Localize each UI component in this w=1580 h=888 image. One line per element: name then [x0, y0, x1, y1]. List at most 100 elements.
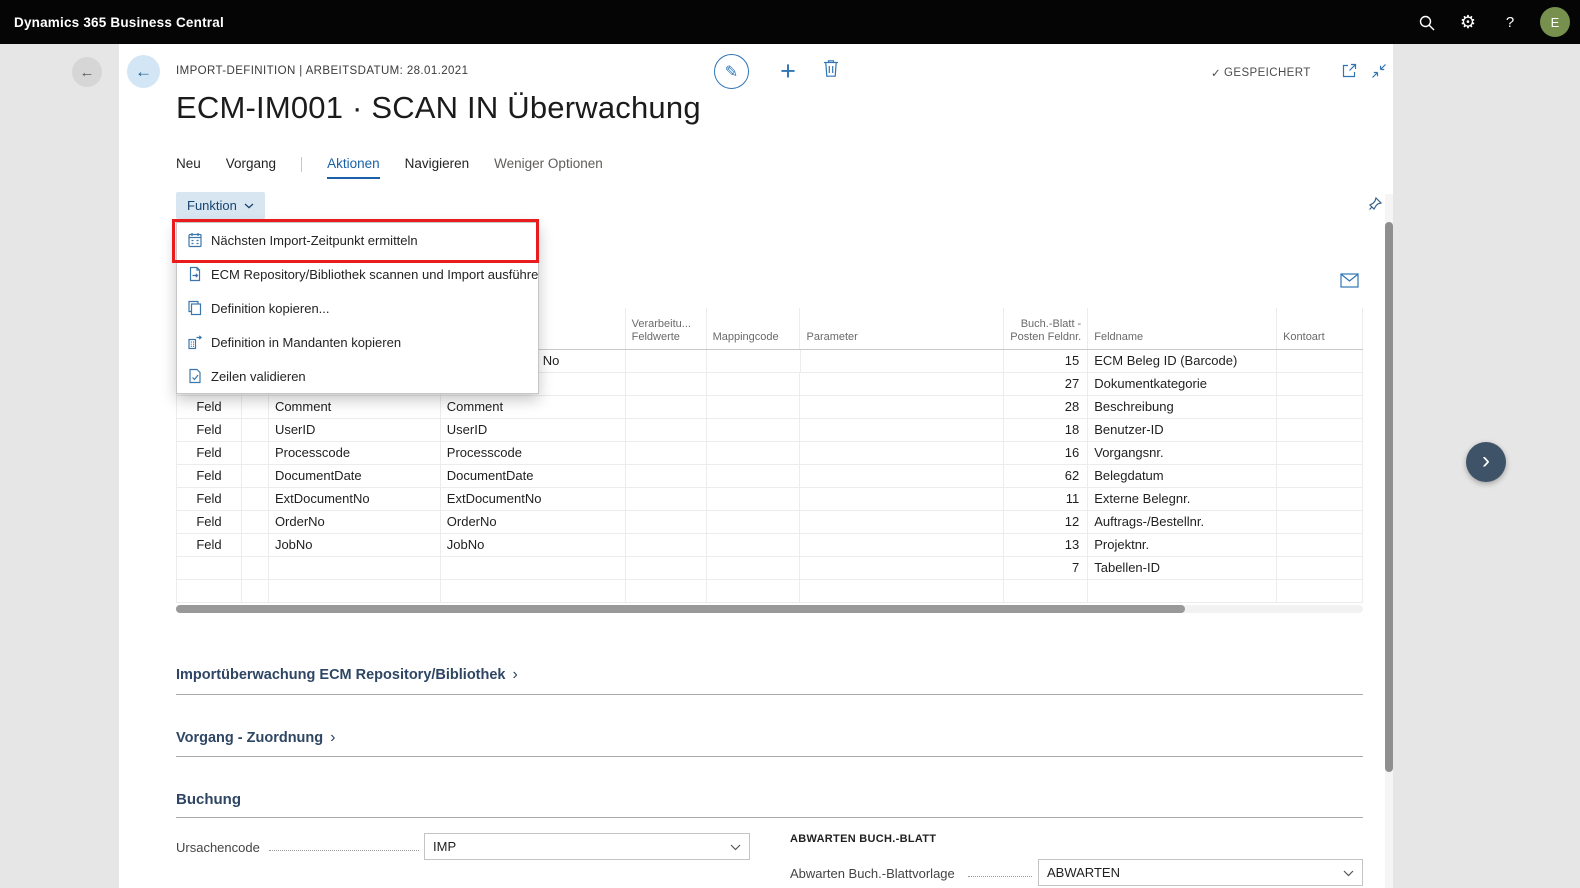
- table-cell[interactable]: UserID: [441, 419, 626, 441]
- table-cell[interactable]: Projektnr.: [1088, 534, 1277, 556]
- table-cell[interactable]: [242, 442, 269, 464]
- column-header[interactable]: Verarbeitu... Feldwerte: [626, 308, 707, 349]
- column-header[interactable]: Feldname: [1088, 308, 1277, 349]
- table-cell[interactable]: Processcode: [269, 442, 441, 464]
- table-cell[interactable]: [707, 511, 801, 533]
- table-cell[interactable]: [1277, 373, 1363, 395]
- table-cell[interactable]: 15: [1004, 350, 1088, 372]
- table-cell[interactable]: Benutzer-ID: [1088, 419, 1277, 441]
- table-cell[interactable]: Beschreibung: [1088, 396, 1277, 418]
- menu-item-zeilen-validieren[interactable]: Zeilen validieren: [177, 359, 538, 393]
- column-header[interactable]: Kontoart: [1277, 308, 1363, 349]
- table-cell[interactable]: [1277, 465, 1363, 487]
- menubar-item-neu[interactable]: Neu: [176, 156, 201, 177]
- table-cell[interactable]: [800, 511, 1004, 533]
- outer-back-button[interactable]: ←: [72, 57, 102, 87]
- table-cell[interactable]: [1277, 419, 1363, 441]
- table-cell[interactable]: ExtDocumentNo: [269, 488, 441, 510]
- table-cell[interactable]: [707, 557, 801, 579]
- pin-icon[interactable]: [1368, 196, 1383, 214]
- funktion-dropdown-button[interactable]: Funktion: [176, 192, 265, 219]
- table-cell[interactable]: [1088, 580, 1277, 602]
- search-icon[interactable]: [1408, 4, 1444, 40]
- menubar-item-vorgang[interactable]: Vorgang: [226, 156, 276, 177]
- table-cell[interactable]: [177, 580, 242, 602]
- table-cell[interactable]: [800, 557, 1004, 579]
- table-cell[interactable]: [1277, 488, 1363, 510]
- table-cell[interactable]: [269, 580, 441, 602]
- delete-button[interactable]: [822, 58, 840, 81]
- table-cell[interactable]: [1277, 442, 1363, 464]
- table-cell[interactable]: Feld: [177, 465, 242, 487]
- table-cell[interactable]: Dokumentkategorie: [1088, 373, 1277, 395]
- table-cell[interactable]: [177, 557, 242, 579]
- section-import-monitoring[interactable]: Importüberwachung ECM Repository/Bibliot…: [176, 666, 518, 684]
- table-cell[interactable]: [1277, 396, 1363, 418]
- table-cell[interactable]: [707, 534, 801, 556]
- table-cell[interactable]: Feld: [177, 419, 242, 441]
- table-cell[interactable]: [707, 373, 801, 395]
- table-cell[interactable]: [707, 419, 801, 441]
- table-cell[interactable]: [626, 373, 707, 395]
- table-cell[interactable]: [800, 488, 1004, 510]
- table-cell[interactable]: [707, 465, 801, 487]
- table-cell[interactable]: [626, 534, 707, 556]
- table-cell[interactable]: 13: [1004, 534, 1088, 556]
- table-cell[interactable]: [441, 580, 626, 602]
- abwarten-vorlage-select[interactable]: ABWARTEN: [1038, 859, 1363, 886]
- table-cell[interactable]: 27: [1004, 373, 1088, 395]
- mail-icon[interactable]: [1340, 273, 1359, 291]
- table-cell[interactable]: [441, 557, 626, 579]
- menu-item-definition-in-mandanten[interactable]: Definition in Mandanten kopieren: [177, 325, 538, 359]
- menu-item-definition-kopieren[interactable]: Definition kopieren...: [177, 291, 538, 325]
- table-cell[interactable]: [626, 350, 707, 372]
- table-cell[interactable]: DocumentDate: [441, 465, 626, 487]
- horizontal-scrollbar-thumb[interactable]: [176, 605, 1185, 613]
- section-vorgang-zuordnung[interactable]: Vorgang - Zuordnung ›: [176, 729, 335, 747]
- table-cell[interactable]: [269, 557, 441, 579]
- table-cell[interactable]: Feld: [177, 396, 242, 418]
- table-cell[interactable]: [707, 396, 801, 418]
- table-cell[interactable]: Feld: [177, 488, 242, 510]
- table-cell[interactable]: [242, 580, 269, 602]
- table-cell[interactable]: Feld: [177, 442, 242, 464]
- table-cell[interactable]: 62: [1004, 465, 1088, 487]
- table-cell[interactable]: [626, 557, 707, 579]
- table-cell[interactable]: [626, 419, 707, 441]
- edit-button[interactable]: ✎: [714, 54, 749, 89]
- table-cell[interactable]: OrderNo: [269, 511, 441, 533]
- table-cell[interactable]: [242, 534, 269, 556]
- column-header[interactable]: Parameter: [800, 308, 1004, 349]
- table-cell[interactable]: Feld: [177, 511, 242, 533]
- menubar-item-weniger-optionen[interactable]: Weniger Optionen: [494, 156, 603, 177]
- page-back-button[interactable]: ←: [127, 55, 160, 88]
- menubar-item-aktionen[interactable]: Aktionen: [327, 156, 380, 179]
- table-cell[interactable]: [242, 465, 269, 487]
- column-header[interactable]: Mappingcode: [707, 308, 801, 349]
- table-cell[interactable]: 18: [1004, 419, 1088, 441]
- table-cell[interactable]: 28: [1004, 396, 1088, 418]
- table-cell[interactable]: [242, 557, 269, 579]
- horizontal-scrollbar[interactable]: [176, 605, 1363, 613]
- table-cell[interactable]: [626, 465, 707, 487]
- table-cell[interactable]: UserID: [269, 419, 441, 441]
- menu-item-naechsten-import-zeitpunkt[interactable]: Nächsten Import-Zeitpunkt ermitteln: [177, 223, 538, 257]
- table-cell[interactable]: Comment: [269, 396, 441, 418]
- collapse-window-button[interactable]: [1371, 63, 1387, 82]
- table-cell[interactable]: [707, 350, 801, 372]
- table-cell[interactable]: Vorgangsnr.: [1088, 442, 1277, 464]
- table-cell[interactable]: 7: [1004, 557, 1088, 579]
- column-header[interactable]: Buch.-Blatt - Posten Feldnr.: [1004, 308, 1088, 349]
- menu-item-ecm-scannen-import[interactable]: ECM Repository/Bibliothek scannen und Im…: [177, 257, 538, 291]
- new-record-button[interactable]: +: [772, 54, 804, 88]
- table-cell[interactable]: [626, 488, 707, 510]
- table-cell[interactable]: Feld: [177, 534, 242, 556]
- avatar[interactable]: E: [1540, 7, 1570, 37]
- table-cell[interactable]: [1277, 350, 1363, 372]
- table-cell[interactable]: [626, 580, 707, 602]
- table-cell[interactable]: Belegdatum: [1088, 465, 1277, 487]
- table-cell[interactable]: [242, 396, 269, 418]
- table-cell[interactable]: [1277, 534, 1363, 556]
- next-record-button[interactable]: ›: [1466, 442, 1506, 482]
- table-cell[interactable]: [626, 396, 707, 418]
